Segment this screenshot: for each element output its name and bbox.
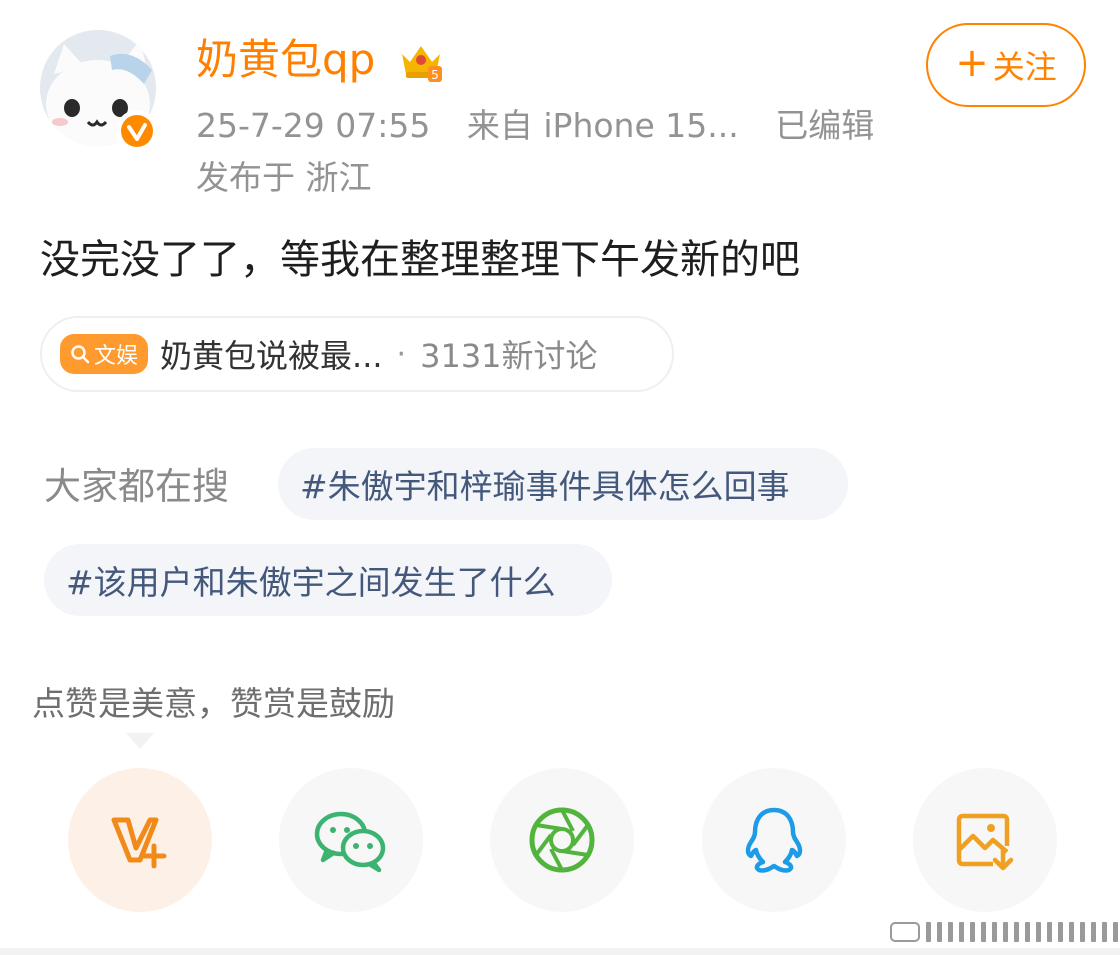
indicator-bar (970, 922, 975, 942)
level-badge-number: 5 (431, 68, 439, 82)
indicator-bar (926, 922, 931, 942)
tooltip-pointer (126, 733, 154, 749)
indicator-cap (890, 922, 920, 942)
wechat-icon (314, 811, 386, 872)
reward-button[interactable] (68, 768, 212, 912)
indicator-bar (1080, 922, 1085, 942)
indicator-bar (1014, 922, 1019, 942)
indicator-bar (1047, 922, 1052, 942)
indicator-bar (1036, 922, 1041, 942)
indicator-bar (981, 922, 986, 942)
post-source: 来自 iPhone 15... (466, 106, 739, 145)
topic-card[interactable]: 文娱 奶黄包说被最... · 3131新讨论 (40, 316, 674, 392)
post-text: 没完没了了，等我在整理整理下午发新的吧 (40, 237, 800, 283)
indicator-bar (1025, 922, 1030, 942)
topic-discussion-count: 3131新讨论 (420, 337, 598, 375)
indicator-bar (959, 922, 964, 942)
indicator-bar (1058, 922, 1063, 942)
save-image-icon (956, 813, 1014, 871)
topic-category-tag: 文娱 (60, 334, 149, 374)
v-plus-reward-icon (111, 817, 167, 869)
verified-badge (116, 110, 158, 152)
post-meta: 25-7-29 07:55 来自 iPhone 15... 已编辑 (196, 102, 900, 150)
trending-hashtag[interactable]: #该用户和朱傲宇之间发生了什么 (44, 544, 612, 616)
verified-badge-icon (121, 115, 153, 147)
indicator-bar (1003, 922, 1008, 942)
watermark-indicator (890, 922, 1118, 942)
follow-button[interactable]: + 关注 (926, 23, 1086, 107)
search-icon (71, 345, 90, 364)
topic-separator: · (396, 336, 407, 372)
indicator-bar (937, 922, 942, 942)
share-moments-button[interactable] (490, 768, 634, 912)
bottom-divider (0, 948, 1120, 955)
follow-label: 关注 (992, 48, 1057, 86)
indicator-bar (948, 922, 953, 942)
post-timestamp: 25-7-29 07:55 (196, 106, 431, 145)
plus-icon: + (955, 40, 989, 86)
indicator-bar (1102, 922, 1107, 942)
crown-icon[interactable]: 5 (398, 38, 444, 84)
share-wechat-button[interactable] (279, 768, 423, 912)
indicator-bar (1069, 922, 1074, 942)
reward-hint: 点赞是美意，赞赏是鼓励 (32, 684, 395, 723)
author-name[interactable]: 奶黄包qp (196, 34, 375, 86)
qq-icon (745, 807, 803, 873)
edited-label[interactable]: 已编辑 (775, 106, 874, 145)
moments-shutter-icon (529, 807, 595, 873)
share-qq-button[interactable] (702, 768, 846, 912)
save-image-button[interactable] (913, 768, 1057, 912)
trending-hashtag[interactable]: #朱傲宇和梓瑜事件具体怎么回事 (278, 448, 848, 520)
topic-tag-label: 文娱 (94, 344, 139, 369)
indicator-bar (1113, 922, 1118, 942)
post-location: 发布于 浙江 (196, 158, 372, 197)
avatar[interactable] (40, 30, 158, 152)
topic-title: 奶黄包说被最... (160, 337, 383, 375)
trending-label: 大家都在搜 (44, 465, 229, 508)
indicator-bar (992, 922, 997, 942)
indicator-bar (1091, 922, 1096, 942)
